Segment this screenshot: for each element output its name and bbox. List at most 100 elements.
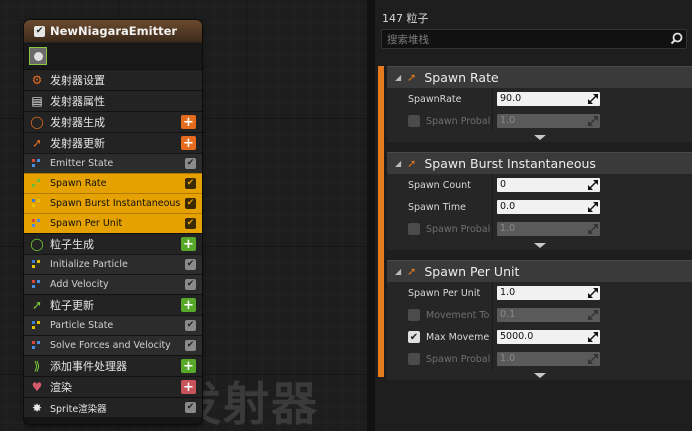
add-module-button[interactable]: + bbox=[181, 380, 196, 395]
node-category-row[interactable]: ➚ 发射器更新 + bbox=[24, 132, 202, 153]
module-section: ◢ ➚ Spawn Burst Instantaneous Spawn Count 0 S… bbox=[387, 152, 692, 250]
module-dots-icon bbox=[30, 259, 44, 271]
expand-down-icon[interactable] bbox=[533, 134, 546, 140]
collapse-triangle-icon[interactable]: ◢ bbox=[395, 159, 401, 168]
node-category-row[interactable]: ➚ 粒子更新 + bbox=[24, 294, 202, 315]
parameter-label: Spawn Per Unit bbox=[408, 287, 481, 299]
particle-spawn-icon: ◯ bbox=[30, 237, 44, 251]
node-module-row[interactable]: Spawn Burst Instantaneous ✔ bbox=[24, 193, 202, 213]
node-category-label: 粒子生成 bbox=[50, 238, 94, 251]
expand-diagonal-icon[interactable] bbox=[588, 332, 598, 342]
parameter-value-input[interactable]: 90.0 bbox=[497, 92, 600, 106]
expand-diagonal-icon[interactable] bbox=[588, 224, 598, 234]
parameter-value-input[interactable]: 5000.0 bbox=[497, 330, 600, 344]
module-enabled-checkbox[interactable]: ✔ bbox=[185, 198, 196, 209]
node-header[interactable]: ✔ NewNiagaraEmitter bbox=[24, 20, 202, 43]
parameter-value-input[interactable]: 0.1 bbox=[497, 308, 600, 322]
parameter-value-input[interactable]: 1.0 bbox=[497, 222, 600, 236]
emitter-thumbnail[interactable] bbox=[29, 47, 47, 65]
node-category-row[interactable]: ⚙ 发射器设置 bbox=[24, 69, 202, 90]
module-enabled-checkbox[interactable]: ✔ bbox=[185, 320, 196, 331]
parameter-value: 0.1 bbox=[500, 309, 516, 320]
module-enabled-checkbox[interactable]: ✔ bbox=[185, 259, 196, 270]
expand-down-icon[interactable] bbox=[533, 372, 546, 378]
node-category-row[interactable]: ⟫ 添加事件处理器 + bbox=[24, 355, 202, 376]
search-stack-input[interactable]: 搜索堆栈 bbox=[381, 29, 687, 49]
parameter-value-input[interactable]: 0.0 bbox=[497, 200, 600, 214]
search-icon[interactable] bbox=[670, 32, 683, 45]
node-module-row[interactable]: Spawn Per Unit ✔ bbox=[24, 213, 202, 233]
module-dots-icon bbox=[30, 178, 44, 190]
node-module-row[interactable]: Spawn Rate ✔ bbox=[24, 173, 202, 193]
parameter-label: Movement To bbox=[426, 309, 490, 321]
parameter-value-input[interactable]: 1.0 bbox=[497, 114, 600, 128]
node-module-row[interactable]: Initialize Particle ✔ bbox=[24, 254, 202, 274]
renderer-enabled-checkbox[interactable]: ✔ bbox=[185, 402, 196, 413]
expand-diagonal-icon[interactable] bbox=[588, 180, 598, 190]
section-expand-footer[interactable] bbox=[387, 240, 692, 250]
add-module-button[interactable]: + bbox=[181, 298, 196, 313]
parameter-row: Spawn Time 0.0 bbox=[387, 196, 692, 218]
node-category-label: Sprite渲染器 bbox=[50, 403, 107, 415]
graph-canvas[interactable]: 发射器 ✔ NewNiagaraEmitter ⚙ 发射器设置 ▤ 发射器属性 ◯ 发射器… bbox=[0, 0, 367, 431]
node-module-row[interactable]: Particle State ✔ bbox=[24, 315, 202, 335]
expand-diagonal-icon[interactable] bbox=[588, 354, 598, 364]
expand-diagonal-icon[interactable] bbox=[588, 94, 598, 104]
parameter-checkbox[interactable] bbox=[408, 309, 420, 321]
parameter-value: 5000.0 bbox=[500, 331, 534, 342]
module-section-header[interactable]: ◢ ➚ Spawn Burst Instantaneous bbox=[387, 152, 692, 174]
expand-diagonal-icon[interactable] bbox=[588, 310, 598, 320]
node-category-row[interactable]: ▤ 发射器属性 bbox=[24, 90, 202, 111]
stack-accent-bar bbox=[378, 66, 384, 377]
add-module-button[interactable]: + bbox=[181, 115, 196, 130]
emitter-node[interactable]: ✔ NewNiagaraEmitter ⚙ 发射器设置 ▤ 发射器属性 ◯ 发射器生成 + ➚… bbox=[24, 20, 202, 424]
row-divider bbox=[492, 110, 493, 132]
collapse-triangle-icon[interactable]: ◢ bbox=[395, 267, 401, 276]
emitter-enabled-checkbox[interactable]: ✔ bbox=[34, 25, 45, 37]
parameter-checkbox[interactable] bbox=[408, 353, 420, 365]
parameter-row: Movement To 0.1 bbox=[387, 304, 692, 326]
node-category-row[interactable]: ◯ 粒子生成 + bbox=[24, 233, 202, 254]
section-expand-footer[interactable] bbox=[387, 132, 692, 142]
node-module-row[interactable]: Add Velocity ✔ bbox=[24, 274, 202, 294]
node-category-row[interactable]: ♥ 渲染 + bbox=[24, 376, 202, 397]
module-enabled-checkbox[interactable]: ✔ bbox=[185, 279, 196, 290]
parameter-value-input[interactable]: 1.0 bbox=[497, 352, 600, 366]
add-module-button[interactable]: + bbox=[181, 359, 196, 374]
section-expand-footer[interactable] bbox=[387, 370, 692, 380]
add-module-button[interactable]: + bbox=[181, 136, 196, 151]
node-title: NewNiagaraEmitter bbox=[50, 24, 178, 38]
parameter-label: SpawnRate bbox=[408, 93, 462, 105]
panel-splitter[interactable] bbox=[367, 0, 375, 431]
particle-update-icon: ➚ bbox=[31, 298, 43, 312]
node-category-label: 发射器属性 bbox=[50, 95, 105, 108]
module-section-header[interactable]: ◢ ➚ Spawn Per Unit bbox=[387, 260, 692, 282]
sprite-renderer-icon: ✸ bbox=[31, 400, 43, 415]
node-category-row[interactable]: ✸ Sprite渲染器 ✔ bbox=[24, 397, 202, 417]
node-module-row[interactable]: Emitter State ✔ bbox=[24, 153, 202, 173]
module-enabled-checkbox[interactable]: ✔ bbox=[185, 218, 196, 229]
expand-diagonal-icon[interactable] bbox=[588, 116, 598, 126]
parameter-checkbox[interactable] bbox=[408, 115, 420, 127]
parameter-value: 0 bbox=[500, 179, 507, 190]
parameter-label: Spawn Time bbox=[408, 201, 466, 213]
collapse-triangle-icon[interactable]: ◢ bbox=[395, 73, 401, 82]
expand-diagonal-icon[interactable] bbox=[588, 202, 598, 212]
module-enabled-checkbox[interactable]: ✔ bbox=[185, 178, 196, 189]
module-enabled-checkbox[interactable]: ✔ bbox=[185, 340, 196, 351]
row-divider bbox=[492, 348, 493, 370]
parameter-checkbox[interactable] bbox=[408, 223, 420, 235]
parameter-row: Spawn Probal 1.0 bbox=[387, 348, 692, 370]
parameter-value-input[interactable]: 0 bbox=[497, 178, 600, 192]
add-module-button[interactable]: + bbox=[181, 237, 196, 252]
module-dots-icon bbox=[30, 279, 44, 291]
module-enabled-checkbox[interactable]: ✔ bbox=[185, 158, 196, 169]
node-module-row[interactable]: Solve Forces and Velocity ✔ bbox=[24, 335, 202, 355]
parameter-checkbox[interactable]: ✔ bbox=[408, 331, 420, 343]
expand-diagonal-icon[interactable] bbox=[588, 288, 598, 298]
module-dots-icon bbox=[30, 320, 44, 332]
expand-down-icon[interactable] bbox=[533, 242, 546, 248]
parameter-value-input[interactable]: 1.0 bbox=[497, 286, 600, 300]
module-section-header[interactable]: ◢ ➚ Spawn Rate bbox=[387, 66, 692, 88]
node-category-row[interactable]: ◯ 发射器生成 + bbox=[24, 111, 202, 132]
